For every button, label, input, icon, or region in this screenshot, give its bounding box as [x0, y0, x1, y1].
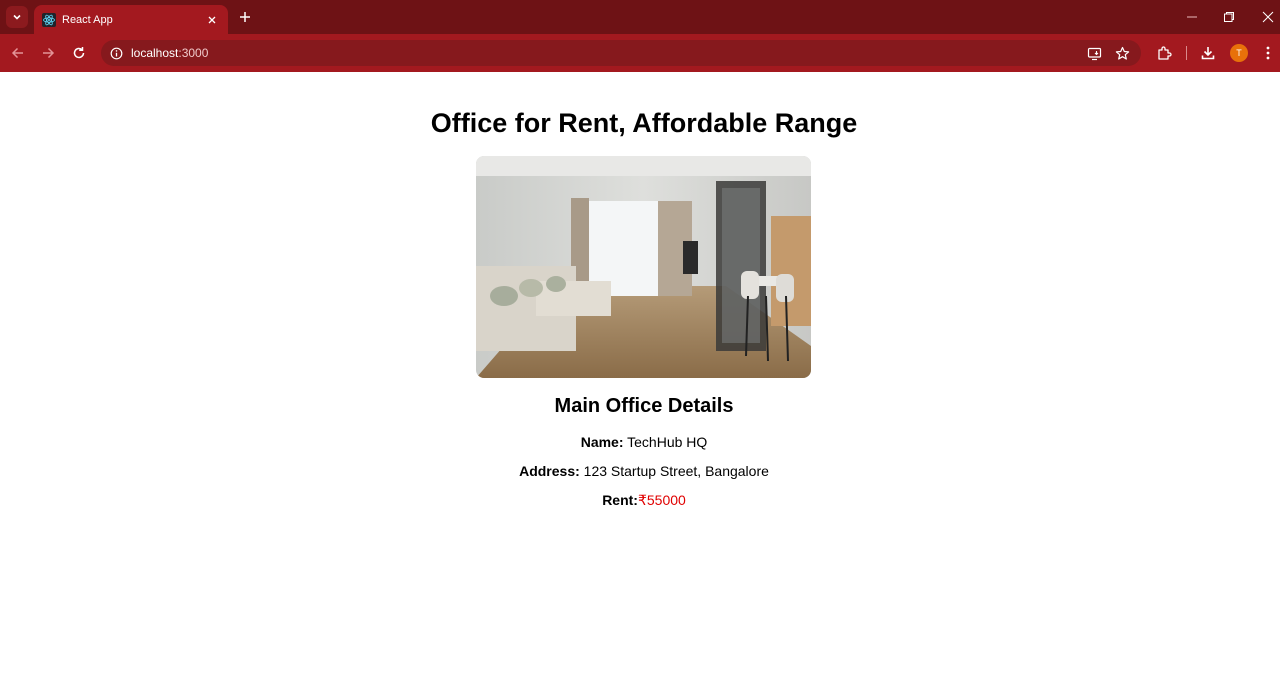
- page-title: Office for Rent, Affordable Range: [430, 108, 858, 138]
- page-content: Office for Rent, Affordable Range Main O…: [0, 72, 1280, 677]
- address-row: Address: 123 Startup Street, Bangalore: [0, 463, 1280, 479]
- plus-icon: [240, 12, 250, 22]
- address-label: Address:: [519, 463, 580, 479]
- name-value: TechHub HQ: [623, 434, 708, 450]
- window-close-button[interactable]: [1257, 6, 1279, 28]
- tab-search-button[interactable]: [6, 6, 28, 28]
- back-button[interactable]: [8, 43, 28, 63]
- site-info-icon[interactable]: [109, 46, 123, 60]
- more-vertical-icon: [1266, 46, 1270, 60]
- url-text[interactable]: localhost:3000: [131, 46, 208, 60]
- profile-avatar[interactable]: T: [1230, 44, 1248, 62]
- toolbar-divider: [1186, 46, 1187, 60]
- minimize-icon: [1187, 16, 1197, 18]
- name-label: Name:: [580, 434, 624, 450]
- restore-icon: [1224, 12, 1234, 22]
- extensions-button[interactable]: [1155, 44, 1173, 62]
- downloads-button[interactable]: [1199, 44, 1217, 62]
- reload-icon: [73, 47, 85, 59]
- tab-close-button[interactable]: [204, 12, 220, 28]
- arrow-right-icon: [43, 47, 55, 59]
- rent-label: Rent:: [602, 492, 638, 508]
- address-value: 123 Startup Street, Bangalore: [579, 463, 769, 479]
- restore-button[interactable]: [1218, 6, 1240, 28]
- office-photo: [476, 156, 811, 378]
- url-host: localhost: [131, 46, 179, 60]
- name-row: Name: TechHub HQ: [0, 434, 1280, 450]
- browser-toolbar: localhost:3000 T: [0, 34, 1280, 72]
- arrow-left-icon: [11, 47, 23, 59]
- rent-value: ₹55000: [637, 492, 686, 508]
- new-tab-button[interactable]: [236, 8, 254, 26]
- section-title: Main Office Details: [554, 395, 734, 417]
- address-bar[interactable]: localhost:3000: [101, 40, 1141, 66]
- puzzle-icon: [1158, 46, 1172, 60]
- rent-row: Rent:₹55000: [0, 492, 1280, 509]
- url-port: :3000: [178, 46, 209, 60]
- install-app-icon[interactable]: [1086, 45, 1102, 61]
- download-icon: [1201, 47, 1215, 60]
- chevron-down-icon: [13, 14, 21, 20]
- close-icon: [208, 16, 216, 23]
- minimize-button[interactable]: [1181, 6, 1203, 28]
- bookmark-star-icon[interactable]: [1114, 45, 1130, 61]
- reload-button[interactable]: [69, 43, 89, 63]
- close-icon: [1262, 11, 1274, 23]
- forward-button[interactable]: [38, 43, 58, 63]
- react-logo-icon: [42, 12, 56, 27]
- tab-strip: React App: [0, 0, 1280, 34]
- tab-react-app[interactable]: React App: [34, 5, 228, 34]
- tab-title: React App: [62, 13, 113, 26]
- menu-button[interactable]: [1259, 44, 1277, 62]
